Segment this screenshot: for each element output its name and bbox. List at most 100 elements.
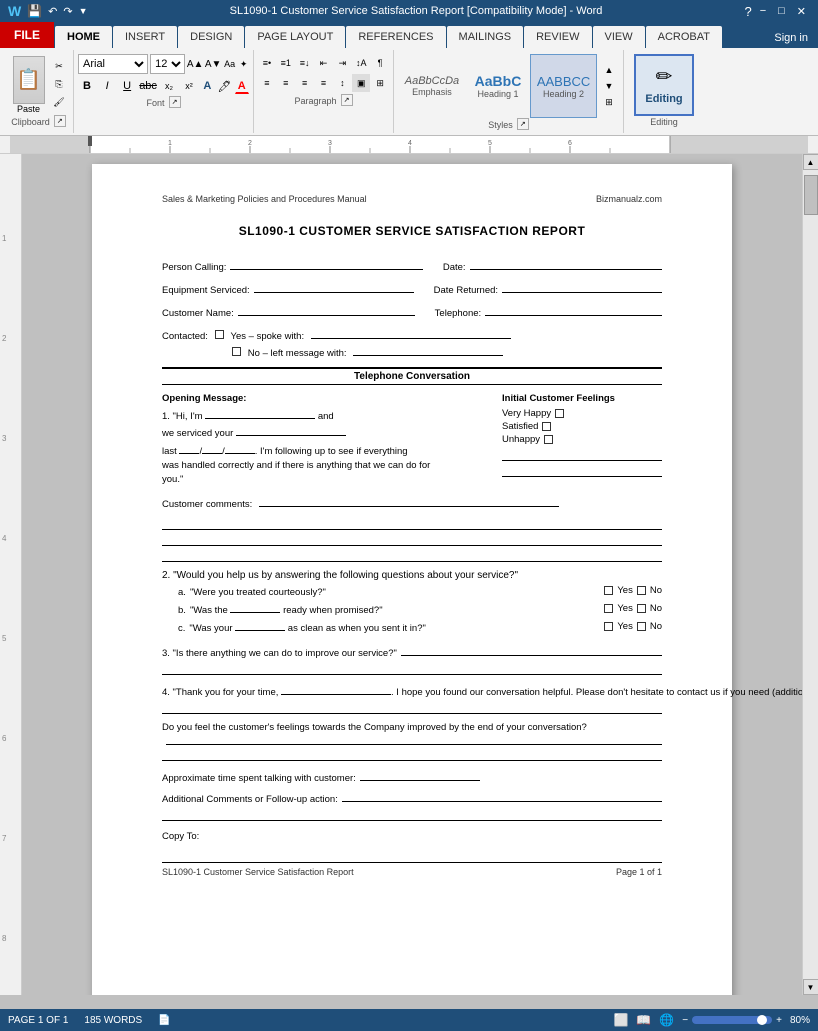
name-field[interactable]	[205, 407, 315, 419]
no-message-field[interactable]	[353, 344, 503, 356]
scroll-track[interactable]	[803, 170, 818, 979]
question-b-no-check[interactable]	[637, 604, 646, 613]
date-field[interactable]	[470, 258, 662, 270]
editing-button[interactable]: ✏ Editing	[634, 54, 694, 116]
style-heading2[interactable]: AABBCC Heading 2	[530, 54, 597, 118]
question-b-yes-check[interactable]	[604, 604, 613, 613]
close-button[interactable]: ✕	[793, 5, 810, 18]
service-field[interactable]	[236, 424, 346, 436]
feelings-question-field[interactable]	[166, 733, 662, 745]
zoom-control[interactable]: − + 80%	[682, 1015, 810, 1026]
justify-button[interactable]: ≡	[315, 74, 333, 92]
date-d-field[interactable]	[202, 442, 222, 454]
question-a-yes-check[interactable]	[604, 586, 613, 595]
change-case-button[interactable]: Aa	[223, 56, 236, 72]
no-checkbox[interactable]	[232, 348, 241, 359]
cut-button[interactable]: ✂	[51, 59, 67, 75]
date-m-field[interactable]	[179, 442, 199, 454]
subscript-button[interactable]: x₂	[160, 76, 178, 96]
customer-name-field[interactable]	[238, 304, 415, 316]
q-b-blank[interactable]	[230, 601, 280, 613]
yes-spoke-field[interactable]	[311, 327, 511, 339]
bullets-button[interactable]: ≡•	[258, 54, 276, 72]
question-c-yes-check[interactable]	[604, 622, 613, 631]
question-c-no-check[interactable]	[637, 622, 646, 631]
yes-checkbox[interactable]	[215, 331, 224, 342]
paste-button[interactable]: 📋 Paste	[10, 56, 47, 114]
underline-button[interactable]: U	[118, 76, 136, 96]
document-page[interactable]: Sales & Marketing Policies and Procedure…	[92, 164, 732, 995]
align-left-button[interactable]: ≡	[258, 74, 276, 92]
text-effect-button[interactable]: A	[200, 78, 214, 94]
satisfied-checkbox[interactable]	[542, 422, 551, 431]
print-layout-button[interactable]: ⬜	[613, 1013, 628, 1027]
scroll-thumb[interactable]	[804, 175, 818, 215]
borders-button[interactable]: ⊞	[371, 74, 389, 92]
styles-more[interactable]: ⊞	[601, 94, 617, 110]
styles-scroll-up[interactable]: ▲	[601, 62, 617, 78]
zoom-out-button[interactable]: −	[682, 1015, 688, 1026]
clear-format-button[interactable]: ✦	[238, 56, 249, 72]
tab-insert[interactable]: INSERT	[113, 26, 177, 48]
question-a-no-check[interactable]	[637, 586, 646, 595]
q-c-blank[interactable]	[235, 619, 285, 631]
read-mode-button[interactable]: 📖	[636, 1013, 651, 1027]
person-calling-field[interactable]	[230, 258, 422, 270]
tab-file[interactable]: FILE	[0, 22, 54, 48]
format-painter-button[interactable]: 🖌	[51, 95, 67, 111]
q4-name-field[interactable]	[281, 683, 391, 695]
decrease-font-button[interactable]: A▼	[205, 56, 221, 72]
line-spacing-button[interactable]: ↕	[333, 74, 351, 92]
font-expand[interactable]: ↗	[169, 96, 181, 108]
font-size-select[interactable]: 12	[150, 54, 185, 74]
date-returned-field[interactable]	[502, 281, 662, 293]
align-center-button[interactable]: ≡	[277, 74, 295, 92]
quick-access-undo[interactable]: ↶	[48, 5, 57, 18]
styles-scroll-down[interactable]: ▼	[601, 78, 617, 94]
numbering-button[interactable]: ≡1	[277, 54, 295, 72]
font-color-button[interactable]: A	[235, 78, 249, 94]
web-layout-button[interactable]: 🌐	[659, 1013, 674, 1027]
telephone-field[interactable]	[485, 304, 662, 316]
unhappy-checkbox[interactable]	[544, 435, 553, 444]
style-emphasis[interactable]: AaBbCcDa Emphasis	[398, 54, 466, 118]
vertical-scrollbar[interactable]: ▲ ▼	[802, 154, 818, 995]
tab-design[interactable]: DESIGN	[178, 26, 244, 48]
clipboard-expand[interactable]: ↗	[54, 115, 66, 127]
tab-view[interactable]: VIEW	[593, 26, 645, 48]
help-icon[interactable]: ?	[744, 4, 751, 19]
italic-button[interactable]: I	[98, 76, 116, 96]
paragraph-expand[interactable]: ↗	[341, 94, 353, 106]
copy-button[interactable]: ⎘	[51, 77, 67, 93]
zoom-in-button[interactable]: +	[776, 1015, 782, 1026]
increase-indent-button[interactable]: ⇥	[333, 54, 351, 72]
styles-expand[interactable]: ↗	[517, 118, 529, 130]
scroll-up-button[interactable]: ▲	[803, 154, 818, 170]
text-highlight-button[interactable]: 🖊	[217, 78, 233, 94]
multilevel-button[interactable]: ≡↓	[296, 54, 314, 72]
bold-button[interactable]: B	[78, 76, 96, 96]
tab-review[interactable]: REVIEW	[524, 26, 591, 48]
quick-access-redo[interactable]: ↷	[63, 5, 72, 18]
shading-button[interactable]: ▣	[352, 74, 370, 92]
sign-in-button[interactable]: Sign in	[764, 28, 818, 48]
question3-field[interactable]	[401, 644, 662, 656]
scroll-down-button[interactable]: ▼	[803, 979, 818, 995]
quick-access-save[interactable]: 💾	[27, 4, 42, 18]
minimize-button[interactable]: −	[756, 5, 770, 17]
zoom-slider[interactable]	[692, 1016, 772, 1024]
tab-references[interactable]: REFERENCES	[346, 26, 445, 48]
strikethrough-button[interactable]: abc	[138, 76, 158, 96]
tab-home[interactable]: HOME	[55, 26, 112, 48]
tab-page-layout[interactable]: PAGE LAYOUT	[245, 26, 345, 48]
very-happy-checkbox[interactable]	[555, 409, 564, 418]
quick-access-customize[interactable]: ▼	[79, 6, 88, 16]
equipment-field[interactable]	[254, 281, 414, 293]
style-heading1[interactable]: AaBbC Heading 1	[468, 54, 528, 118]
approx-time-field[interactable]	[360, 769, 480, 781]
proofing-icon[interactable]: 📄	[158, 1015, 170, 1026]
tab-acrobat[interactable]: ACROBAT	[646, 26, 722, 48]
increase-font-button[interactable]: A▲	[187, 56, 203, 72]
sort-button[interactable]: ↕A	[352, 54, 370, 72]
font-name-select[interactable]: Arial	[78, 54, 148, 74]
